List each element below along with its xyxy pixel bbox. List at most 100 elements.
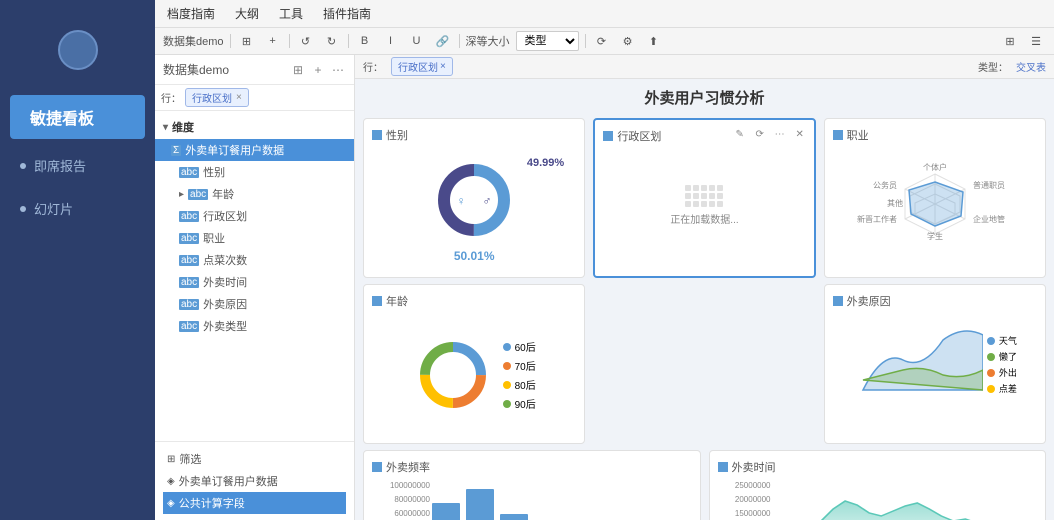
underline-button[interactable]: U bbox=[407, 31, 427, 51]
menu-outline[interactable]: 大纲 bbox=[231, 3, 263, 24]
type-label: 类型： bbox=[978, 59, 1008, 74]
tree-folder-admin[interactable]: abc 行政区划 bbox=[155, 205, 354, 227]
order-frequency-card: 外卖频率 100000000 80000000 60000000 4000000… bbox=[363, 450, 701, 520]
filter-close-icon[interactable]: × bbox=[236, 92, 242, 103]
time-area-svg bbox=[773, 481, 1038, 520]
menu-tools[interactable]: 工具 bbox=[275, 3, 307, 24]
filter-tag-close-icon[interactable]: × bbox=[440, 61, 446, 72]
tree-footer-data[interactable]: ◈ 外卖单订餐用户数据 bbox=[163, 470, 346, 492]
filter-tag-admin[interactable]: 行政区划 × bbox=[185, 88, 249, 107]
tree-footer-fields[interactable]: ◈ 公共计算字段 bbox=[163, 492, 346, 514]
toolbar-sep5 bbox=[585, 34, 586, 48]
time-title: 外卖时间 bbox=[718, 459, 1038, 475]
reason-chart: 天气 懒了 外出 点差 bbox=[833, 315, 1037, 395]
menu-archive[interactable]: 档度指南 bbox=[163, 3, 219, 24]
tree-item-order-data[interactable]: Σ 外卖单订餐用户数据 bbox=[155, 139, 354, 161]
bar-2 bbox=[466, 489, 494, 520]
close-card-icon[interactable]: ✕ bbox=[792, 126, 808, 142]
takeout-reason-card: 外卖原因 天气 bbox=[824, 284, 1046, 444]
frequency-title: 外卖频率 bbox=[372, 459, 692, 475]
legend-item-80: 80后 bbox=[503, 377, 536, 392]
tree-footer-filter[interactable]: ⊞ 筛选 bbox=[163, 448, 346, 470]
tree-item-occupation-icon: abc bbox=[179, 233, 199, 244]
reason-dot-diff bbox=[987, 385, 995, 393]
reason-legend: 天气 懒了 外出 点差 bbox=[987, 334, 1017, 395]
undo-button[interactable]: ↺ bbox=[296, 31, 316, 51]
grid-view-button[interactable]: ⊞ bbox=[1000, 31, 1020, 51]
admin-region-content: 正在加载数据... bbox=[603, 150, 805, 260]
tree-folder-time[interactable]: abc 外卖时间 bbox=[155, 271, 354, 293]
tree-folder-order-count[interactable]: abc 点菜次数 bbox=[155, 249, 354, 271]
more-card-icon[interactable]: ⋯ bbox=[772, 126, 788, 142]
tree-folder-type[interactable]: abc 外卖类型 bbox=[155, 315, 354, 337]
legend-dot-90 bbox=[503, 400, 511, 408]
refresh-button[interactable]: ⟳ bbox=[592, 31, 612, 51]
reason-legend-lazy: 懒了 bbox=[987, 350, 1017, 363]
age-arrow: ▸ bbox=[179, 189, 184, 200]
sidebar-item-report[interactable]: 即席报告 bbox=[0, 144, 155, 187]
edit-icon[interactable]: ✎ bbox=[732, 126, 748, 142]
filter-row-label: 行： bbox=[161, 90, 181, 105]
sidebar-dot-2 bbox=[20, 206, 26, 212]
card-actions: ✎ ⟳ ⋯ ✕ bbox=[732, 126, 808, 142]
tree-more-icon[interactable]: ⋯ bbox=[330, 62, 346, 78]
age-chart: 60后 70后 80后 bbox=[372, 315, 576, 435]
toolbar-sep bbox=[230, 34, 231, 48]
redo-button[interactable]: ↻ bbox=[322, 31, 342, 51]
tree-section-header[interactable]: ▾ 维度 bbox=[155, 115, 354, 139]
lc11 bbox=[685, 201, 691, 207]
tree-folder-reason[interactable]: abc 外卖原因 bbox=[155, 293, 354, 315]
reason-area-svg bbox=[853, 320, 983, 395]
tree-folder-occupation[interactable]: abc 职业 bbox=[155, 227, 354, 249]
freq-title-dot bbox=[372, 462, 382, 472]
svg-text:企业地管: 企业地管 bbox=[973, 214, 1005, 224]
tree-folder-age[interactable]: ▸ abc 年龄 bbox=[155, 183, 354, 205]
reason-dot-out bbox=[987, 369, 995, 377]
occupation-chart-card: 职业 bbox=[824, 118, 1046, 278]
add-button[interactable]: + bbox=[263, 31, 283, 51]
sidebar-logo bbox=[58, 30, 98, 70]
tree-item-admin-icon: abc bbox=[179, 211, 199, 222]
link-button[interactable]: 🔗 bbox=[433, 31, 453, 51]
tree-new-icon[interactable]: ⊞ bbox=[290, 62, 306, 78]
tree-header-label: 数据集demo bbox=[163, 61, 229, 78]
sidebar-item-dashboard[interactable]: 敏捷看板 bbox=[10, 95, 145, 139]
dataset-name: 数据集demo bbox=[163, 33, 224, 49]
lc14 bbox=[709, 201, 715, 207]
new-button[interactable]: ⊞ bbox=[237, 31, 257, 51]
legend-item-70: 70后 bbox=[503, 358, 536, 373]
tree-folder-gender[interactable]: abc 性别 bbox=[155, 161, 354, 183]
type-select[interactable]: 类型 交叉表 bbox=[516, 31, 579, 51]
gender-donut-container: ♀ ♂ 49.99% bbox=[429, 155, 519, 245]
list-view-button[interactable]: ☰ bbox=[1026, 31, 1046, 51]
loading-overlay: 正在加载数据... bbox=[603, 150, 805, 260]
filter-tag-row[interactable]: 行政区划 × bbox=[391, 57, 453, 76]
time-title-dot bbox=[718, 462, 728, 472]
dashboard-bottom-grid: 外卖频率 100000000 80000000 60000000 4000000… bbox=[355, 450, 1054, 520]
refresh-card-icon[interactable]: ⟳ bbox=[752, 126, 768, 142]
tree-item-reason-icon: abc bbox=[179, 299, 199, 310]
tree-item-gender-icon: abc bbox=[179, 167, 199, 178]
menu-plugins[interactable]: 插件指南 bbox=[319, 3, 375, 24]
svg-text:普通职员: 普通职员 bbox=[973, 180, 1005, 190]
export-button[interactable]: ⬆ bbox=[644, 31, 664, 51]
toolbar-sep2 bbox=[289, 34, 290, 48]
tree-add-icon[interactable]: + bbox=[310, 62, 326, 78]
admin-region-chart-card: 行政区划 ✎ ⟳ ⋯ ✕ bbox=[593, 118, 815, 278]
loading-text: 正在加载数据... bbox=[670, 211, 738, 226]
gender-donut-svg: ♀ ♂ bbox=[429, 155, 519, 245]
svg-text:♀: ♀ bbox=[457, 194, 466, 208]
toolbar-sep3 bbox=[348, 34, 349, 48]
content-area: 数据集demo ⊞ + ⋯ 行： 行政区划 × ▾ bbox=[155, 55, 1054, 520]
lc1 bbox=[685, 185, 691, 191]
female-pct: 50.01% bbox=[454, 249, 495, 263]
italic-button[interactable]: I bbox=[381, 31, 401, 51]
filter-icon: ⊞ bbox=[167, 454, 175, 465]
age-title: 年龄 bbox=[372, 293, 576, 309]
settings-button[interactable]: ⚙ bbox=[618, 31, 638, 51]
tree-section-dimensions: ▾ 维度 Σ 外卖单订餐用户数据 abc 性别 ▸ abc 年龄 bbox=[155, 111, 354, 341]
bold-button[interactable]: B bbox=[355, 31, 375, 51]
svg-text:学生: 学生 bbox=[927, 231, 943, 241]
sidebar-item-slides[interactable]: 幻灯片 bbox=[0, 187, 155, 230]
reason-dot-lazy bbox=[987, 353, 995, 361]
